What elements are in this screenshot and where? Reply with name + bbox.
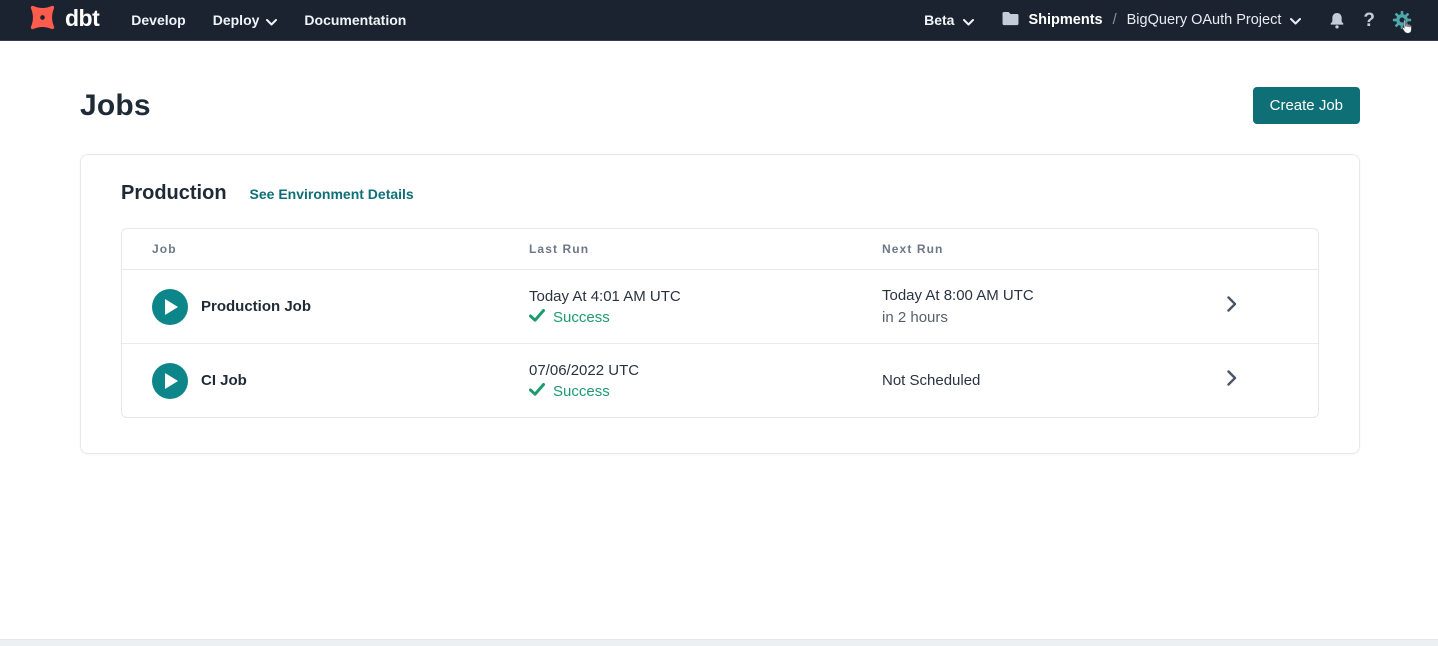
nav-item-deploy[interactable]: Deploy (213, 11, 278, 29)
column-header-last-run: Last Run (499, 242, 852, 256)
account-selector[interactable]: Shipments (1001, 11, 1102, 30)
breadcrumb-separator: / (1111, 12, 1119, 28)
column-header-next-run: Next Run (852, 242, 1203, 256)
chevron-down-icon (963, 13, 974, 29)
table-row[interactable]: CI Job 07/06/2022 UTC Success Not Schedu… (122, 343, 1318, 417)
project-name: BigQuery OAuth Project (1127, 12, 1282, 28)
play-icon (165, 373, 178, 389)
beta-label: Beta (924, 12, 954, 28)
job-cell: CI Job (122, 363, 499, 399)
top-navbar: dbt Develop Deploy Documentation Beta (0, 0, 1438, 41)
environment-card: Production See Environment Details Job L… (80, 154, 1360, 454)
status-text: Success (553, 383, 610, 400)
nav-item-documentation[interactable]: Documentation (304, 12, 406, 28)
chevron-down-icon (1290, 13, 1301, 29)
last-run-cell: 07/06/2022 UTC Success (499, 361, 852, 401)
chevron-down-icon (266, 13, 277, 29)
notifications-bell-icon[interactable] (1328, 11, 1346, 30)
check-icon (529, 383, 545, 401)
next-run-note: in 2 hours (882, 308, 1203, 328)
row-detail-chevron[interactable] (1203, 296, 1318, 317)
nav-item-deploy-label: Deploy (213, 12, 260, 28)
jobs-table: Job Last Run Next Run Production Job Tod… (121, 228, 1319, 418)
next-run-time: Today At 8:00 AM UTC (882, 286, 1203, 306)
page-header: Jobs Create Job (0, 87, 1438, 124)
environment-header: Production See Environment Details (121, 182, 1319, 205)
nav-item-develop-label: Develop (131, 12, 185, 28)
last-run-status: Success (529, 383, 852, 401)
create-job-button[interactable]: Create Job (1253, 87, 1360, 124)
row-detail-chevron[interactable] (1203, 370, 1318, 391)
next-run-time: Not Scheduled (882, 371, 1203, 391)
primary-nav: Develop Deploy Documentation (131, 11, 406, 29)
gear-icon[interactable] (1392, 10, 1412, 30)
job-name: Production Job (201, 298, 311, 315)
status-text: Success (553, 309, 610, 326)
project-breadcrumb: Shipments / BigQuery OAuth Project (1001, 11, 1301, 30)
last-run-time: 07/06/2022 UTC (529, 361, 852, 381)
dbt-logo-icon (26, 1, 59, 39)
folder-icon (1001, 11, 1020, 30)
help-glyph: ? (1363, 11, 1375, 30)
dbt-logo-text: dbt (65, 7, 99, 33)
environment-title: Production (121, 182, 227, 205)
nav-item-develop[interactable]: Develop (131, 12, 185, 28)
check-icon (529, 309, 545, 327)
job-name: CI Job (201, 372, 247, 389)
next-run-cell: Not Scheduled (852, 371, 1203, 391)
next-run-cell: Today At 8:00 AM UTC in 2 hours (852, 286, 1203, 328)
chevron-right-icon (1227, 370, 1237, 391)
project-selector[interactable]: BigQuery OAuth Project (1127, 11, 1302, 29)
beta-selector[interactable]: Beta (924, 11, 974, 29)
column-header-job: Job (122, 242, 499, 256)
navbar-icon-group: ? (1328, 10, 1412, 30)
chevron-right-icon (1227, 296, 1237, 317)
dbt-logo[interactable]: dbt (26, 1, 99, 39)
see-environment-details-link[interactable]: See Environment Details (250, 186, 414, 202)
play-icon (165, 299, 178, 315)
help-icon[interactable]: ? (1363, 11, 1375, 30)
table-header-row: Job Last Run Next Run (122, 229, 1318, 269)
job-cell: Production Job (122, 289, 499, 325)
run-job-play-button[interactable] (152, 289, 188, 325)
page-title: Jobs (80, 89, 151, 123)
account-name: Shipments (1028, 12, 1102, 28)
run-job-play-button[interactable] (152, 363, 188, 399)
last-run-status: Success (529, 309, 852, 327)
last-run-time: Today At 4:01 AM UTC (529, 287, 852, 307)
page-bottom-strip (0, 639, 1438, 646)
last-run-cell: Today At 4:01 AM UTC Success (499, 287, 852, 327)
nav-item-documentation-label: Documentation (304, 12, 406, 28)
navbar-right: Beta Shipments / BigQuery OAuth Project (924, 10, 1412, 30)
table-row[interactable]: Production Job Today At 4:01 AM UTC Succ… (122, 269, 1318, 343)
